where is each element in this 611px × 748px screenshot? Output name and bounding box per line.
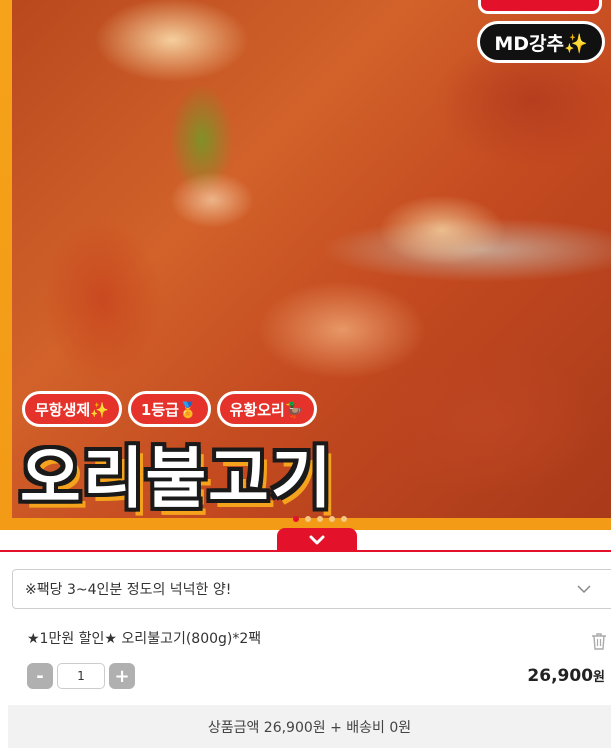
option-select[interactable]: ※팩당 3~4인분 정도의 넉넉한 양! bbox=[12, 569, 611, 609]
quantity-stepper: - 1 + bbox=[27, 663, 135, 689]
product-hero-banner: MD강추✨ 무항생제✨ 1등급🏅 유황오리🦆 오리불고기 bbox=[0, 0, 611, 530]
quantity-increase-button[interactable]: + bbox=[109, 663, 135, 689]
quantity-input[interactable]: 1 bbox=[57, 663, 105, 689]
collapse-toggle-button[interactable] bbox=[277, 528, 357, 552]
cart-item-name: ★1만원 할인★ 오리불고기(800g)*2팩 bbox=[27, 631, 262, 647]
carousel-dot[interactable] bbox=[329, 516, 335, 522]
carousel-dot[interactable] bbox=[341, 516, 347, 522]
carousel-dot[interactable] bbox=[293, 516, 299, 522]
feature-tags: 무항생제✨ 1등급🏅 유황오리🦆 bbox=[22, 391, 317, 427]
tag-grade-1: 1등급🏅 bbox=[127, 391, 211, 427]
chevron-down-icon bbox=[577, 585, 591, 594]
top-red-badge bbox=[478, 0, 602, 14]
carousel-dot[interactable] bbox=[317, 516, 323, 522]
carousel-dots bbox=[293, 516, 347, 522]
md-recommend-badge: MD강추✨ bbox=[477, 21, 605, 63]
item-price-value: 26,900 bbox=[527, 666, 594, 686]
item-price: 26,900원 bbox=[527, 666, 605, 686]
option-select-value: ※팩당 3~4인분 정도의 넉넉한 양! bbox=[25, 582, 232, 598]
item-price-unit: 원 bbox=[593, 670, 605, 685]
hero-title: 오리불고기 bbox=[20, 440, 334, 517]
carousel-dot[interactable] bbox=[305, 516, 311, 522]
chevron-down-icon bbox=[309, 535, 325, 545]
trash-icon[interactable] bbox=[588, 630, 610, 652]
quantity-decrease-button[interactable]: - bbox=[27, 663, 53, 689]
tag-sulfur-duck: 유황오리🦆 bbox=[216, 391, 317, 427]
order-summary: 상품금액 26,900원 + 배송비 0원 bbox=[8, 705, 611, 748]
tag-antibiotic-free: 무항생제✨ bbox=[22, 391, 122, 427]
